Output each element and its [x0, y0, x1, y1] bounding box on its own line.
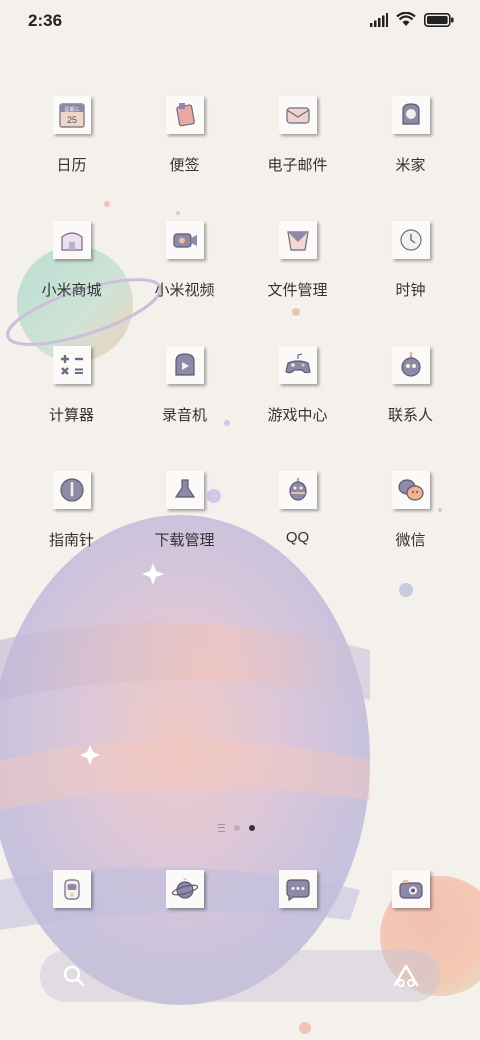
battery-icon	[424, 12, 454, 27]
browser-icon	[165, 870, 204, 908]
app-game-center[interactable]: 游戏中心	[241, 346, 354, 456]
search-bar[interactable]	[40, 950, 440, 1002]
app-label: 录音机	[161, 407, 207, 424]
file-manager-icon	[278, 221, 317, 259]
dock-browser[interactable]	[128, 870, 241, 914]
app-label: 指南针	[48, 532, 94, 549]
calendar-weekday: 星期三	[64, 107, 79, 113]
app-label: QQ	[285, 529, 310, 546]
app-label: 小米视频	[154, 282, 215, 299]
qq-icon	[278, 471, 317, 509]
app-mi-video[interactable]: 小米视频	[128, 221, 241, 331]
app-downloads[interactable]: 下载管理	[128, 471, 241, 581]
app-label: 小米商城	[41, 282, 102, 299]
dock-messages[interactable]	[241, 870, 354, 914]
page-indicator[interactable]	[218, 824, 255, 832]
app-mail[interactable]: 电子邮件	[241, 96, 354, 206]
app-calculator[interactable]: 计算器	[15, 346, 128, 456]
page-dot[interactable]	[234, 825, 240, 831]
phone-icon	[52, 870, 91, 908]
downloads-icon	[165, 471, 204, 509]
app-recorder[interactable]: 录音机	[128, 346, 241, 456]
camera-icon	[391, 870, 430, 908]
app-qq[interactable]: QQ	[241, 471, 354, 581]
wifi-icon	[396, 12, 416, 26]
signal-icon	[370, 12, 388, 27]
calendar-icon: 星期三 25	[52, 96, 91, 134]
app-label: 电子邮件	[267, 157, 328, 174]
status-bar: 2:36	[0, 0, 480, 42]
app-label: 联系人	[387, 407, 433, 424]
wechat-icon	[391, 471, 430, 509]
app-mijia[interactable]: 米家	[354, 96, 467, 206]
calculator-icon	[52, 346, 91, 384]
dock	[15, 870, 467, 914]
mail-icon	[278, 96, 317, 134]
dock-camera[interactable]	[354, 870, 467, 914]
app-label: 微信	[395, 532, 426, 549]
game-center-icon	[278, 346, 317, 384]
search-icon[interactable]	[62, 964, 86, 993]
clock-icon	[391, 221, 430, 259]
app-label: 游戏中心	[267, 407, 328, 424]
app-file-manager[interactable]: 文件管理	[241, 221, 354, 331]
assistant-icon[interactable]	[392, 963, 420, 994]
app-compass[interactable]: 指南针	[15, 471, 128, 581]
app-label: 文件管理	[267, 282, 328, 299]
app-calendar[interactable]: 星期三 25 日历	[15, 96, 128, 206]
app-label: 便签	[169, 157, 200, 174]
app-label: 日历	[56, 157, 87, 174]
status-time: 2:36	[28, 11, 63, 30]
app-label: 米家	[395, 157, 426, 174]
mi-store-icon	[52, 221, 91, 259]
dock-phone[interactable]	[15, 870, 128, 914]
compass-icon	[52, 471, 91, 509]
app-mi-store[interactable]: 小米商城	[15, 221, 128, 331]
page-dot-active[interactable]	[249, 825, 255, 831]
app-clock[interactable]: 时钟	[354, 221, 467, 331]
mijia-icon	[391, 96, 430, 134]
contacts-icon	[391, 346, 430, 384]
app-label: 时钟	[395, 282, 426, 299]
notes-icon	[165, 96, 204, 134]
messages-icon	[278, 870, 317, 908]
mi-video-icon	[165, 221, 204, 259]
app-wechat[interactable]: 微信	[354, 471, 467, 581]
app-label: 计算器	[48, 407, 94, 424]
recorder-icon	[165, 346, 204, 384]
menu-indicator-icon	[218, 824, 225, 832]
app-label: 下载管理	[154, 532, 215, 549]
app-contacts[interactable]: 联系人	[354, 346, 467, 456]
app-notes[interactable]: 便签	[128, 96, 241, 206]
calendar-day: 25	[66, 115, 76, 125]
